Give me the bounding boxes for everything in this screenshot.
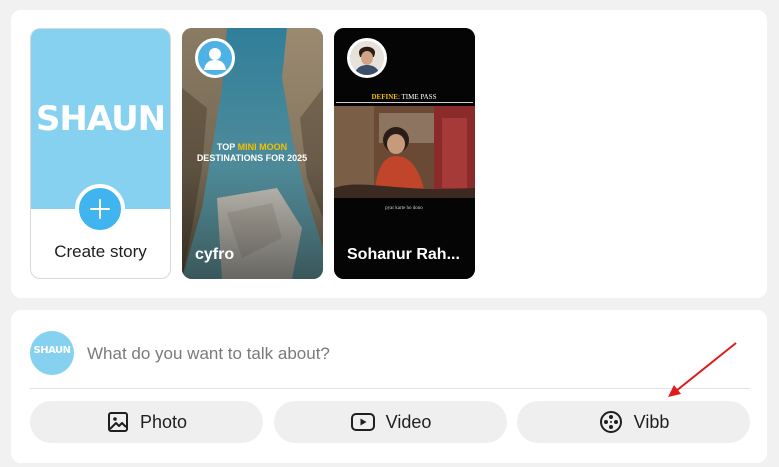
story-name-sohanur: Sohanur Rah... [347,246,460,263]
vibb-button[interactable]: Vibb [517,401,750,443]
story-card-sohanur[interactable]: DEFINE: TIME PASS pyar karte ho dono Soh… [334,28,475,279]
create-story-label: Create story [54,242,147,261]
post-input[interactable] [85,340,589,368]
image-icon [106,410,130,434]
add-story-button[interactable] [75,184,125,234]
create-story-cover: SHAUN [31,29,170,209]
vibb-button-label: Vibb [633,411,670,432]
post-composer: SHAUN Photo Video [11,310,767,463]
shaun-logo: SHAUN [35,99,166,139]
story-avatar-cyfro [195,38,235,78]
svg-text:pyar karte ho dono: pyar karte ho dono [385,206,423,211]
video-button-label: Video [385,411,432,432]
story-card-cyfro[interactable]: TOP MINI MOON DESTINATIONS FOR 2025 cyfr… [182,28,323,279]
user-placeholder-icon [204,48,226,70]
avatar[interactable]: SHAUN [30,331,74,375]
video-button[interactable]: Video [274,401,507,443]
photo-button[interactable]: Photo [30,401,263,443]
svg-text:DEFINE: TIME PASS: DEFINE: TIME PASS [372,93,437,101]
avatar-photo-icon [350,41,384,75]
divider [30,388,750,389]
svg-text:TOP MINI MOON: TOP MINI MOON [217,142,287,152]
svg-text:DESTINATIONS FOR 2025: DESTINATIONS FOR 2025 [197,153,307,163]
photo-button-label: Photo [139,411,188,432]
story-name-cyfro: cyfro [195,246,235,263]
video-icon [350,410,376,434]
avatar-logo-text: SHAUN [33,345,72,356]
create-story-card[interactable]: SHAUN Create story [30,28,171,279]
story-avatar-sohanur [347,38,387,78]
stories-section: SHAUN Create story TOP MINI MOON DESTINA… [11,10,767,298]
film-reel-icon [598,409,624,435]
